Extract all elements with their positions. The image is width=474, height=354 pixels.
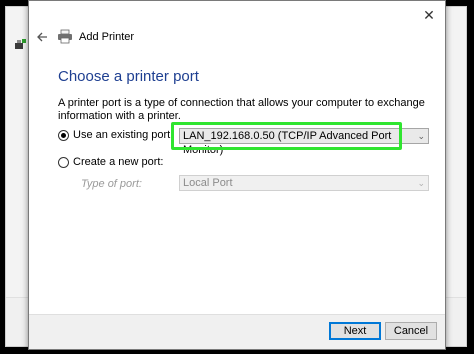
next-button[interactable]: Next (329, 322, 381, 340)
existing-port-option[interactable]: Use an existing port: (58, 129, 173, 141)
add-printer-dialog: ✕ Add Printer Choose a printer port A pr… (28, 0, 446, 350)
close-button[interactable]: ✕ (419, 5, 439, 25)
printer-icon (58, 29, 72, 44)
new-port-label: Create a new port: (73, 156, 164, 168)
new-port-radio[interactable] (58, 156, 69, 168)
dialog-footer: Next Cancel (29, 314, 445, 349)
wizard-header: Add Printer (29, 25, 445, 49)
cancel-button[interactable]: Cancel (385, 322, 437, 340)
highlight-annotation (171, 122, 402, 150)
dialog-title: Add Printer (79, 31, 135, 43)
port-type-label: Type of port: (81, 178, 142, 190)
back-arrow-icon[interactable] (35, 30, 49, 44)
port-type-dropdown: Local Port ⌄ (179, 175, 429, 191)
page-heading: Choose a printer port (58, 68, 199, 85)
chevron-down-icon: ⌄ (417, 178, 425, 188)
existing-port-label: Use an existing port: (73, 129, 174, 141)
printer-add-icon (15, 39, 26, 49)
port-type-value: Local Port (183, 177, 233, 189)
existing-port-radio[interactable] (58, 129, 69, 141)
page-description: A printer port is a type of connection t… (58, 97, 425, 122)
new-port-option[interactable]: Create a new port: (58, 156, 164, 168)
chevron-down-icon: ⌄ (417, 131, 425, 141)
